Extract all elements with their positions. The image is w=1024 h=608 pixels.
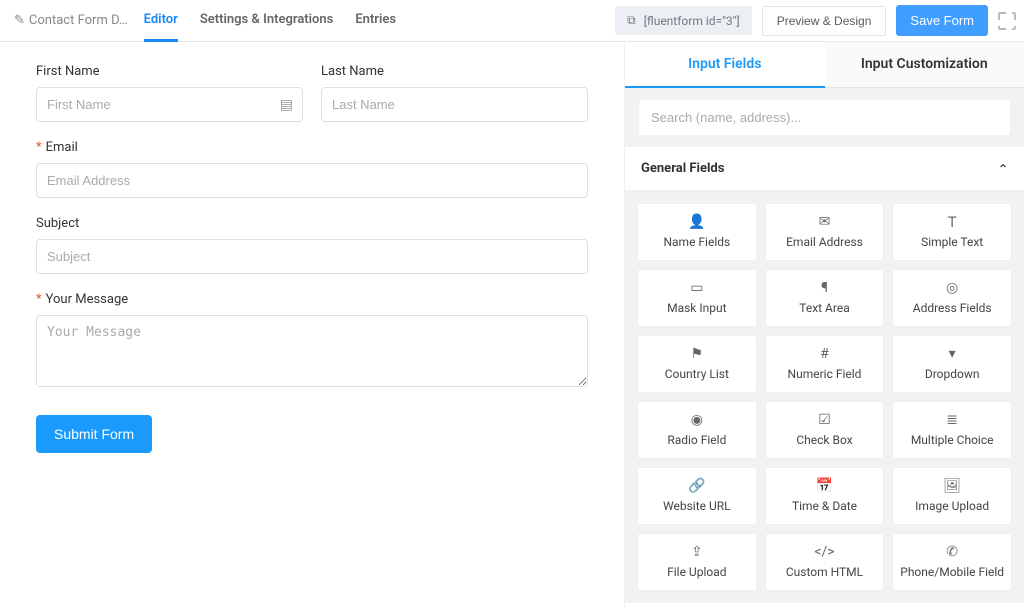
field-card-dropdown[interactable]: ▾ Dropdown [892, 335, 1012, 393]
phone-icon: ✆ [946, 544, 958, 560]
field-card-label: Name Fields [663, 235, 730, 249]
field-card-image-upload[interactable]: 🖼 Image Upload [892, 467, 1012, 525]
text-icon: Ｔ [945, 214, 959, 230]
field-card-label: Text Area [799, 301, 849, 315]
field-card-label: Numeric Field [788, 367, 862, 381]
mail-icon: ✉ [819, 214, 831, 230]
shortcode-pill[interactable]: ⧉ [fluentform id="3"] [615, 6, 752, 35]
first-name-label: First Name [36, 64, 303, 79]
field-card-label: Website URL [663, 499, 731, 513]
tab-input-customization[interactable]: Input Customization [825, 42, 1024, 88]
chevron-up-icon: ⌃ [998, 162, 1008, 176]
link-icon: 🔗 [688, 478, 705, 494]
field-card-label: Check Box [796, 433, 852, 447]
field-card-phone-mobile-field[interactable]: ✆ Phone/Mobile Field [892, 533, 1012, 591]
section-advanced-fields[interactable]: Advanced Fields ⌄ [625, 603, 1024, 608]
field-card-website-url[interactable]: 🔗 Website URL [637, 467, 757, 525]
preview-design-button[interactable]: Preview & Design [762, 6, 887, 36]
field-card-label: Multiple Choice [911, 433, 994, 447]
pin-icon: ◎ [946, 280, 958, 296]
subject-input[interactable] [36, 239, 588, 274]
search-input[interactable] [639, 100, 1010, 135]
tab-entries[interactable]: Entries [355, 0, 396, 42]
field-card-mask-input[interactable]: ▭ Mask Input [637, 269, 757, 327]
field-card-label: Country List [665, 367, 729, 381]
flag-icon: ⚑ [691, 346, 704, 362]
section-general-fields[interactable]: General Fields ⌃ [625, 147, 1024, 191]
section-general-title: General Fields [641, 161, 724, 176]
field-card-time-date[interactable]: 📅 Time & Date [765, 467, 885, 525]
upload-icon: ⇪ [691, 544, 703, 560]
field-card-label: Image Upload [915, 499, 989, 513]
textarea-icon: ¶ [821, 280, 828, 296]
field-card-label: Email Address [786, 235, 863, 249]
save-form-button[interactable]: Save Form [896, 5, 988, 36]
message-textarea[interactable] [36, 315, 588, 387]
field-card-label: Custom HTML [786, 565, 863, 579]
image-icon: 🖼 [943, 478, 961, 494]
fullscreen-icon[interactable] [998, 12, 1016, 30]
field-card-name-fields[interactable]: 👤 Name Fields [637, 203, 757, 261]
field-card-label: Time & Date [792, 499, 857, 513]
dropdown-icon: ▾ [949, 346, 956, 362]
field-card-label: Simple Text [921, 235, 983, 249]
subject-label: Subject [36, 216, 588, 231]
last-name-label: Last Name [321, 64, 588, 79]
field-card-label: Dropdown [925, 367, 980, 381]
field-card-custom-html[interactable]: </> Custom HTML [765, 533, 885, 591]
shortcode-text: [fluentform id="3"] [644, 14, 740, 28]
email-input[interactable] [36, 163, 588, 198]
copy-icon: ⧉ [627, 13, 636, 28]
mask-icon: ▭ [690, 280, 703, 296]
sidebar: Input Fields Input Customization General… [624, 42, 1024, 608]
last-name-input[interactable] [321, 87, 588, 122]
pencil-icon: ✎ [14, 13, 25, 28]
tab-editor[interactable]: Editor [144, 0, 178, 42]
person-icon: 👤 [688, 214, 705, 230]
tab-settings-integrations[interactable]: Settings & Integrations [200, 0, 334, 42]
field-card-check-box[interactable]: ☑ Check Box [765, 401, 885, 459]
breadcrumb-text: Contact Form D… [29, 13, 128, 28]
field-card-label: Phone/Mobile Field [900, 565, 1004, 579]
email-label: *Email [36, 140, 588, 155]
radio-icon: ◉ [691, 412, 703, 428]
form-canvas: First Name ▤ Last Name *Email Subject *Y… [0, 42, 624, 608]
code-icon: </> [814, 544, 834, 560]
first-name-input[interactable] [36, 87, 303, 122]
check-icon: ☑ [818, 412, 831, 428]
field-card-address-fields[interactable]: ◎ Address Fields [892, 269, 1012, 327]
field-card-simple-text[interactable]: Ｔ Simple Text [892, 203, 1012, 261]
message-label: *Your Message [36, 292, 588, 307]
field-card-email-address[interactable]: ✉ Email Address [765, 203, 885, 261]
field-card-text-area[interactable]: ¶ Text Area [765, 269, 885, 327]
breadcrumb[interactable]: ✎ Contact Form D… [14, 13, 128, 28]
name-card-icon: ▤ [280, 97, 293, 113]
list-icon: ≣ [946, 412, 958, 428]
field-card-multiple-choice[interactable]: ≣ Multiple Choice [892, 401, 1012, 459]
calendar-icon: 📅 [816, 478, 833, 494]
tab-input-fields[interactable]: Input Fields [625, 42, 825, 88]
field-card-label: File Upload [667, 565, 726, 579]
field-card-file-upload[interactable]: ⇪ File Upload [637, 533, 757, 591]
field-card-label: Address Fields [913, 301, 992, 315]
field-card-label: Mask Input [667, 301, 726, 315]
field-card-country-list[interactable]: ⚑ Country List [637, 335, 757, 393]
field-card-label: Radio Field [667, 433, 726, 447]
submit-button[interactable]: Submit Form [36, 415, 152, 453]
hash-icon: # [820, 346, 829, 362]
field-card-numeric-field[interactable]: # Numeric Field [765, 335, 885, 393]
field-card-radio-field[interactable]: ◉ Radio Field [637, 401, 757, 459]
